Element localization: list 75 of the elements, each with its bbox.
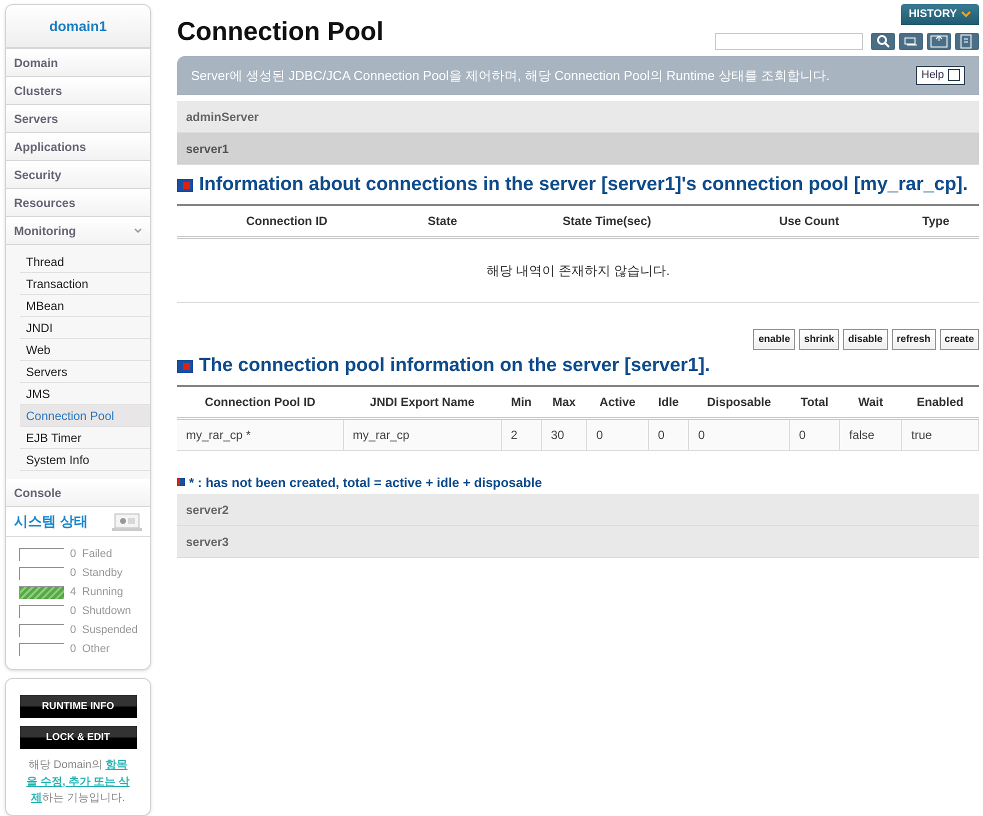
legend-text: * : has not been created, total = active + idle + disposable	[189, 474, 542, 492]
submenu-item[interactable]: Transaction	[20, 273, 150, 295]
table-cell: 0	[586, 418, 648, 450]
status-count: 4	[70, 585, 76, 600]
submenu-item[interactable]: Thread	[20, 251, 150, 273]
description-text: Server에 생성된 JDBC/JCA Connection Pool을 제어하며, 해당 Connection Pool의 Runtime 상태를 조회합니다.	[191, 66, 830, 84]
submenu-item[interactable]: Web	[20, 339, 150, 361]
status-count: 0	[70, 547, 76, 562]
column-header: Connection ID	[177, 204, 397, 237]
status-label: Failed	[82, 547, 112, 562]
column-header: State	[396, 204, 488, 237]
status-count: 0	[70, 566, 76, 582]
table-cell: 0	[648, 418, 689, 450]
status-label: Shutdown	[82, 604, 132, 620]
section-icon	[177, 360, 193, 373]
section-title: Information about connections in the server [server1]'s connection pool [my_rar_cp].	[199, 173, 968, 197]
action-button[interactable]: RUNTIME INFO	[20, 695, 136, 718]
action-button[interactable]: enable	[753, 329, 796, 350]
table-cell: 30	[541, 418, 587, 450]
column-header: State Time(sec)	[488, 204, 726, 237]
table-cell: true	[902, 418, 978, 450]
sidebar-item[interactable]: Clusters	[6, 77, 150, 105]
table-cell: 2	[501, 418, 542, 450]
action-button[interactable]: create	[940, 329, 979, 350]
chevron-down-icon	[961, 10, 971, 18]
domain-title: domain1	[6, 5, 150, 49]
server-row[interactable]: server1	[177, 133, 979, 165]
chevron-down-icon	[134, 228, 142, 234]
status-title: 시스템 상태	[14, 512, 88, 531]
submenu-item[interactable]: EJB Timer	[20, 427, 150, 449]
status-count: 0	[70, 604, 76, 620]
sidebar-item[interactable]: Resources	[6, 189, 150, 217]
empty-message: 해당 내역이 존재하지 않습니다.	[177, 238, 979, 303]
sidebar-item[interactable]: Servers	[6, 105, 150, 133]
help-icon	[948, 69, 960, 82]
sidebar-item[interactable]: Domain	[6, 49, 150, 77]
section-icon	[177, 178, 193, 192]
monitor-icon[interactable]	[112, 512, 142, 530]
search-icon[interactable]	[871, 32, 895, 50]
status-count: 0	[70, 623, 76, 638]
sidebar-item[interactable]: Console	[6, 479, 150, 507]
note-icon	[177, 478, 185, 486]
help-button[interactable]: Help	[916, 66, 965, 84]
sidebar-item[interactable]: Security	[6, 161, 150, 189]
submenu-item[interactable]: System Info	[20, 449, 150, 471]
history-button[interactable]: HISTORY	[900, 4, 979, 24]
status-label: Standby	[82, 566, 122, 582]
server-row[interactable]: server2	[177, 494, 979, 526]
table-cell: false	[840, 418, 902, 450]
help-text: 해당 Domain의 항목을 수정, 추가 또는 삭제하는 기능입니다.	[25, 758, 131, 806]
table-cell: my_rar_cp	[343, 418, 502, 450]
submenu-item[interactable]: Connection Pool	[20, 405, 150, 427]
search-field[interactable]	[715, 32, 863, 50]
status-label: Suspended	[82, 623, 138, 638]
sidebar-item[interactable]: Monitoring	[6, 217, 150, 245]
page-title: Connection Pool	[177, 16, 384, 48]
action-button[interactable]: disable	[843, 329, 888, 350]
status-label: Other	[82, 642, 110, 658]
status-count: 0	[70, 642, 76, 658]
submenu-item[interactable]: Servers	[20, 361, 150, 383]
column-header: Use Count	[726, 204, 893, 237]
action-button[interactable]: shrink	[799, 329, 840, 350]
section-title: The connection pool information on the server [server1].	[199, 354, 710, 378]
status-label: Running	[82, 585, 124, 600]
table-cell: 0	[790, 418, 840, 450]
table-cell: my_rar_cp *	[177, 418, 344, 450]
table-cell: 0	[688, 418, 790, 450]
sidebar-item[interactable]: Applications	[6, 133, 150, 161]
column-header: Type	[892, 204, 979, 237]
submenu-item[interactable]: JNDI	[20, 317, 150, 339]
server-row[interactable]: server3	[177, 526, 979, 558]
action-button[interactable]: refresh	[892, 329, 936, 350]
submenu-item[interactable]: MBean	[20, 295, 150, 317]
action-button[interactable]: LOCK & EDIT	[20, 726, 136, 749]
server-row[interactable]: adminServer	[177, 101, 979, 133]
